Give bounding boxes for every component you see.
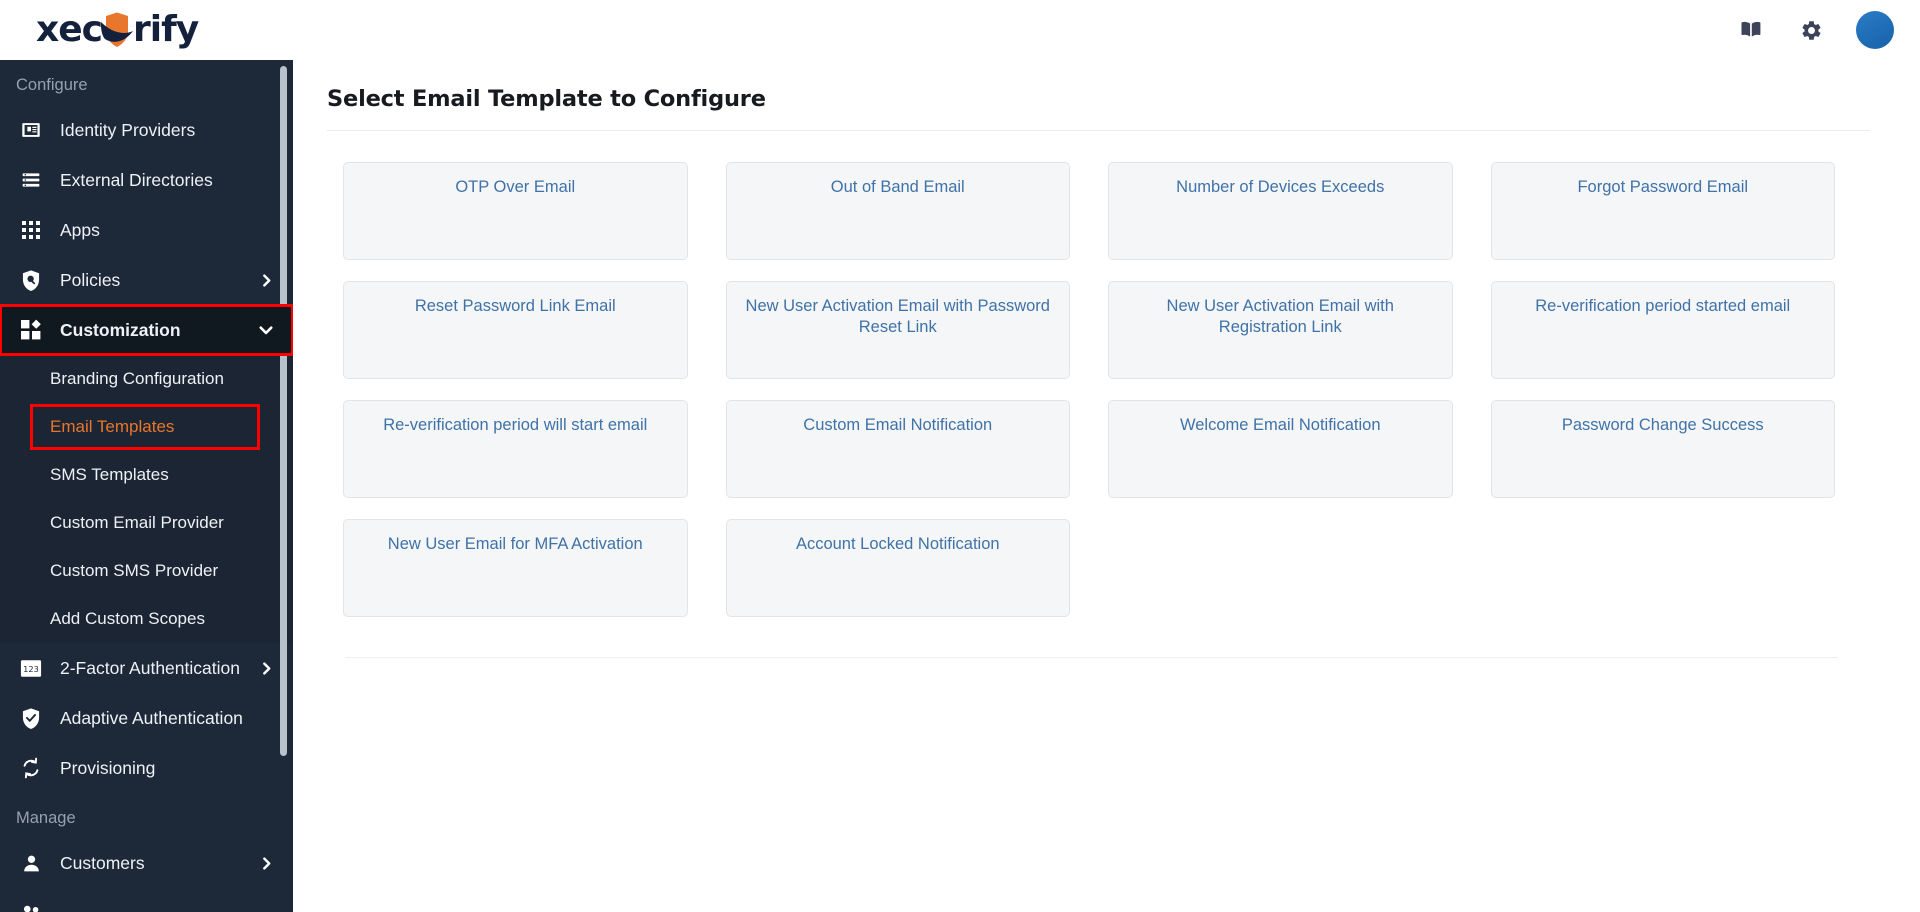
list-lines-icon: [18, 169, 44, 191]
sidebar-item-customers[interactable]: Customers: [0, 838, 293, 888]
template-card-label: Custom Email Notification: [803, 416, 993, 434]
customization-submenu: Branding Configuration Email Templates S…: [0, 355, 293, 643]
svg-text:123: 123: [23, 663, 39, 673]
logo-text: xec rify: [36, 9, 199, 50]
template-card-label: Reset Password Link Email: [414, 297, 616, 315]
sidebar-scrollbar-thumb[interactable]: [280, 66, 287, 756]
email-template-card-account-locked-notification[interactable]: Account Locked Notification: [725, 519, 1070, 617]
sidebar-item-label: Customers: [60, 852, 145, 873]
puzzle-blocks-icon: [18, 319, 44, 341]
sidebar-subitem-sms-templates[interactable]: SMS Templates: [0, 451, 293, 499]
sidebar-item-label: External Directories: [60, 169, 213, 190]
template-card-label: Number of Devices Exceeds: [1176, 178, 1385, 196]
sidebar-subitem-add-custom-scopes[interactable]: Add Custom Scopes: [0, 595, 293, 643]
people-icon: [18, 902, 44, 912]
page-header: Select Email Template to Configure: [327, 60, 1870, 131]
shield-check-icon: [18, 707, 44, 729]
sidebar-item-customization[interactable]: Customization: [0, 304, 293, 356]
sidebar-subitem-label: Custom Email Provider: [50, 513, 224, 532]
main-inner: Select Email Template to Configure OTP O…: [293, 60, 1920, 658]
sidebar-item-label: Apps: [60, 219, 100, 240]
numeric-123-icon: 123: [18, 657, 44, 679]
email-template-card-welcome-email-notification[interactable]: Welcome Email Notification: [1108, 400, 1453, 498]
template-card-label: New User Activation Email with Password …: [745, 297, 1050, 337]
email-template-card-otp-over-email[interactable]: OTP Over Email: [343, 162, 688, 260]
template-card-label: Re-verification period started email: [1535, 297, 1791, 315]
email-template-card-new-user-activation-registration[interactable]: New User Activation Email with Registrat…: [1108, 281, 1453, 379]
brand-logo[interactable]: xec rify: [36, 0, 199, 60]
sidebar-section-configure-label: Configure: [16, 76, 88, 94]
top-bar-actions: [1736, 11, 1894, 49]
sidebar-scrollbar-track[interactable]: [280, 60, 290, 912]
template-card-label: OTP Over Email: [455, 178, 576, 196]
sidebar-scroll-area: Configure Identity Providers External Di…: [0, 60, 293, 912]
logo-text-part2: rify: [132, 9, 199, 50]
sidebar-subitem-label: Add Custom Scopes: [50, 609, 205, 628]
sidebar-item-provisioning[interactable]: Provisioning: [0, 743, 293, 793]
sidebar-subitem-custom-email-provider[interactable]: Custom Email Provider: [0, 499, 293, 547]
page-title: Select Email Template to Configure: [327, 86, 766, 112]
shield-swoosh-logo-icon: [100, 11, 134, 49]
template-card-label: Re-verification period will start email: [383, 416, 648, 434]
sidebar-item-policies[interactable]: Policies: [0, 255, 293, 305]
sidebar-section-manage-label: Manage: [16, 809, 76, 827]
sidebar-item-label: 2-Factor Authentication: [60, 657, 240, 678]
user-avatar[interactable]: [1856, 11, 1894, 49]
id-card-icon: [18, 119, 44, 141]
chevron-right-icon[interactable]: [260, 273, 273, 287]
grid-apps-icon: [18, 219, 44, 241]
sidebar-subitem-label: SMS Templates: [50, 465, 169, 484]
person-icon: [18, 852, 44, 874]
template-card-label: New User Activation Email with Registrat…: [1166, 297, 1394, 337]
sidebar-item-label: Customization: [60, 319, 181, 340]
sidebar-item-label: Adaptive Authentication: [60, 707, 243, 728]
template-card-label: Account Locked Notification: [795, 535, 1000, 553]
sidebar-item-label: Provisioning: [60, 757, 156, 778]
chevron-down-icon[interactable]: [259, 323, 273, 337]
template-card-label: New User Email for MFA Activation: [387, 535, 643, 553]
sidebar-subitem-branding-configuration[interactable]: Branding Configuration: [0, 355, 293, 403]
sidebar-item-partial-cutoff[interactable]: [0, 888, 293, 912]
email-template-card-forgot-password-email[interactable]: Forgot Password Email: [1490, 162, 1835, 260]
sidebar-item-adaptive-authentication[interactable]: Adaptive Authentication: [0, 693, 293, 743]
main-content: Select Email Template to Configure OTP O…: [293, 60, 1920, 912]
top-bar: xec rify: [0, 0, 1920, 60]
content-bottom-divider: [345, 657, 1838, 658]
book-icon[interactable]: [1736, 15, 1766, 45]
app-root: xec rify Configure Identity Providers Ex…: [0, 0, 1920, 912]
email-template-card-re-verification-period-will-start[interactable]: Re-verification period will start email: [343, 400, 688, 498]
template-card-label: Welcome Email Notification: [1179, 416, 1381, 434]
sidebar-item-external-directories[interactable]: External Directories: [0, 155, 293, 205]
shield-search-icon: [18, 269, 44, 291]
email-template-card-number-of-devices-exceeds[interactable]: Number of Devices Exceeds: [1108, 162, 1453, 260]
sidebar-item-label: Policies: [60, 269, 121, 290]
sidebar-item-2-factor-authentication[interactable]: 123 2-Factor Authentication: [0, 643, 293, 693]
email-template-card-reset-password-link-email[interactable]: Reset Password Link Email: [343, 281, 688, 379]
email-template-card-new-user-activation-password-reset[interactable]: New User Activation Email with Password …: [725, 281, 1070, 379]
sidebar-subitem-label: Custom SMS Provider: [50, 561, 219, 580]
sidebar-item-label: Identity Providers: [60, 119, 196, 140]
sidebar-subitem-custom-sms-provider[interactable]: Custom SMS Provider: [0, 547, 293, 595]
body-row: Configure Identity Providers External Di…: [0, 60, 1920, 912]
sync-refresh-icon: [18, 757, 44, 779]
template-card-label: Forgot Password Email: [1577, 178, 1749, 196]
sidebar-item-apps[interactable]: Apps: [0, 205, 293, 255]
email-template-card-out-of-band-email[interactable]: Out of Band Email: [725, 162, 1070, 260]
email-template-grid: OTP Over Email Out of Band Email Number …: [325, 131, 1870, 617]
email-template-card-password-change-success[interactable]: Password Change Success: [1490, 400, 1835, 498]
gear-icon[interactable]: [1796, 15, 1826, 45]
email-template-card-re-verification-period-started[interactable]: Re-verification period started email: [1490, 281, 1835, 379]
logo-text-part1: xec: [36, 9, 103, 50]
sidebar: Configure Identity Providers External Di…: [0, 60, 293, 912]
template-card-label: Password Change Success: [1561, 416, 1764, 434]
chevron-right-icon[interactable]: [260, 856, 273, 870]
sidebar-item-identity-providers[interactable]: Identity Providers: [0, 105, 293, 155]
sidebar-subitem-label: Branding Configuration: [50, 369, 224, 388]
sidebar-subitem-email-templates[interactable]: Email Templates: [0, 403, 293, 451]
email-template-card-custom-email-notification[interactable]: Custom Email Notification: [725, 400, 1070, 498]
template-card-label: Out of Band Email: [830, 178, 965, 196]
chevron-right-icon[interactable]: [260, 661, 273, 675]
sidebar-subitem-label: Email Templates: [50, 417, 175, 436]
email-template-card-new-user-email-mfa-activation[interactable]: New User Email for MFA Activation: [343, 519, 688, 617]
